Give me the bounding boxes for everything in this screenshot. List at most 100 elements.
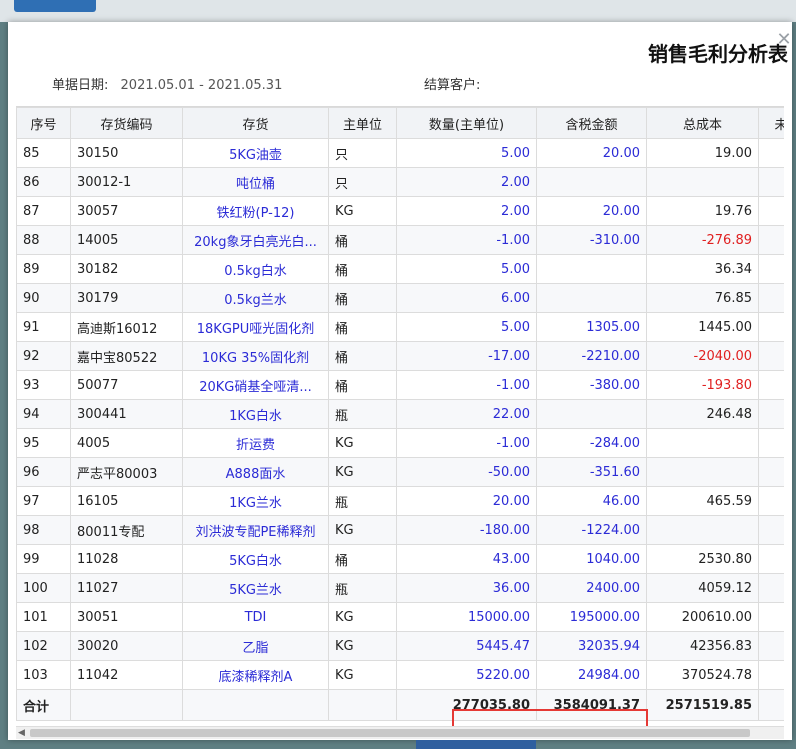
table-row[interactable]: 92 嘉中宝80522 10KG 35%固化剂桶 -17.00 -2210.00 -204… — [16, 341, 784, 371]
cell-cost: 246.48 — [646, 399, 759, 429]
table-row[interactable]: 96 严志平80003 A888面水 KG -50.00 -351.60 — [16, 457, 784, 487]
cell-unallocated — [758, 370, 784, 400]
table-row[interactable]: 85 30150 5KG油壶只 5.00 20.00 19.00 — [16, 138, 784, 168]
table-row[interactable]: 97 16105 1KG兰水瓶 20.00 46.00 465.59 — [16, 486, 784, 516]
cell-item[interactable]: 乙脂 — [182, 631, 329, 661]
report-grid[interactable]: 序号 存货编码 存货 主单位 数量(主单位) 含税金额 总成本 未分 85301… — [16, 106, 784, 727]
cell-code: 30057 — [70, 196, 183, 226]
cell-cost — [646, 167, 759, 197]
cell-cost: -193.80 — [646, 370, 759, 400]
cell-amount: -351.60 — [536, 457, 647, 487]
cell-item[interactable]: 1KG兰水 — [182, 486, 329, 516]
column-header-item[interactable]: 存货 — [182, 107, 329, 139]
customer-filter: 结算客户: — [424, 74, 488, 93]
column-header-code[interactable]: 存货编码 — [70, 107, 183, 139]
table-row[interactable]: 100 11027 5KG兰水瓶 36.00 2400.00 4059.12 — [16, 573, 784, 603]
horizontal-scrollbar[interactable]: ◀ — [16, 726, 784, 739]
table-row[interactable]: 88 14005 20kg象牙白亮光白... 桶 -1.00 -310.00 -276.89 — [16, 225, 784, 255]
cell-unit: 瓶 — [328, 399, 397, 429]
cell-unit: KG — [328, 457, 397, 487]
cell-code: 30182 — [70, 254, 183, 284]
cell-code: 4005 — [70, 428, 183, 458]
cell-item[interactable]: 20KG硝基全哑清... — [182, 370, 329, 400]
column-header-cost[interactable]: 总成本 — [646, 107, 759, 139]
cell-item[interactable]: 10KG 35%固化剂 — [182, 341, 329, 371]
cell-unit: 桶 — [328, 254, 397, 284]
cell-qty: 43.00 — [396, 544, 537, 574]
cell-item[interactable]: 20kg象牙白亮光白... — [182, 225, 329, 255]
column-header-unallocated[interactable]: 未分 — [758, 107, 784, 139]
scrollbar-thumb[interactable] — [30, 729, 750, 737]
cell-code: 严志平80003 — [70, 457, 183, 487]
cell-unit: 桶 — [328, 225, 397, 255]
cell-item[interactable]: 0.5kg白水 — [182, 254, 329, 284]
cell-amount: -380.00 — [536, 370, 647, 400]
cell-cost: 42356.83 — [646, 631, 759, 661]
scroll-left-icon[interactable]: ◀ — [18, 727, 25, 739]
cell-code: 30012-1 — [70, 167, 183, 197]
cell-item[interactable]: 18KGPU哑光固化剂 — [182, 312, 329, 342]
cell-unit: KG — [328, 602, 397, 632]
table-row[interactable]: 103 11042 底漆稀释剂A KG 5220.00 24984.00 370524.78 — [16, 660, 784, 690]
cell-item[interactable]: TDI — [182, 602, 329, 632]
cell-qty: -17.00 — [396, 341, 537, 371]
table-row[interactable]: 99 11028 5KG白水桶 43.00 1040.00 2530.80 — [16, 544, 784, 574]
report-dialog: ✕ 销售毛利分析表 单据日期: 2021.05.01 - 2021.05.31 … — [8, 22, 792, 740]
total-cost: 2571519.85 — [646, 689, 759, 721]
cell-item[interactable]: 铁红粉(P-12) — [182, 196, 329, 226]
cell-item[interactable]: 吨位桶 — [182, 167, 329, 197]
column-header-unit[interactable]: 主单位 — [328, 107, 397, 139]
cell-item[interactable]: 折运费 — [182, 428, 329, 458]
table-row[interactable]: 95 4005 折运费 KG -1.00 -284.00 — [16, 428, 784, 458]
cell-item[interactable]: 5KG白水 — [182, 544, 329, 574]
table-row[interactable]: 89 30182 0.5kg白水桶 5.00 36.34 — [16, 254, 784, 284]
cell-no: 85 — [16, 138, 71, 168]
cell-item[interactable]: 底漆稀释剂A — [182, 660, 329, 690]
cell-qty: -1.00 — [396, 370, 537, 400]
column-header-amount[interactable]: 含税金额 — [536, 107, 647, 139]
cell-unit: KG — [328, 660, 397, 690]
cell-item[interactable]: 5KG兰水 — [182, 573, 329, 603]
table-row[interactable]: 94 300441 1KG白水瓶 22.00 246.48 — [16, 399, 784, 429]
cell-amount: -284.00 — [536, 428, 647, 458]
cell-qty: 2.00 — [396, 167, 537, 197]
cell-unallocated — [758, 283, 784, 313]
table-row[interactable]: 98 80011专配 刘洪波专配PE稀释剂 KG -180.00 -1224.00 — [16, 515, 784, 545]
table-row[interactable]: 91 高迪斯16012 18KGPU哑光固化剂桶 5.00 1305.00 1445.00 — [16, 312, 784, 342]
cell-item[interactable]: A888面水 — [182, 457, 329, 487]
cell-unit: 瓶 — [328, 573, 397, 603]
cell-item[interactable]: 5KG油壶 — [182, 138, 329, 168]
background-window-strip — [0, 0, 796, 22]
column-header-no[interactable]: 序号 — [16, 107, 71, 139]
table-row[interactable]: 86 30012-1 吨位桶只 2.00 — [16, 167, 784, 197]
cell-cost: 200610.00 — [646, 602, 759, 632]
cell-no: 97 — [16, 486, 71, 516]
cell-no: 89 — [16, 254, 71, 284]
cell-code: 30179 — [70, 283, 183, 313]
table-row[interactable]: 87 30057 铁红粉(P-12) KG 2.00 20.00 19.76 — [16, 196, 784, 226]
table-row[interactable]: 93 50077 20KG硝基全哑清... 桶 -1.00 -380.00 -193.80 — [16, 370, 784, 400]
table-row[interactable]: 101 30051 TDI KG 15000.00 195000.00 200610.00 — [16, 602, 784, 632]
column-header-qty[interactable]: 数量(主单位) — [396, 107, 537, 139]
cell-qty: 15000.00 — [396, 602, 537, 632]
cell-unit: 桶 — [328, 341, 397, 371]
cell-amount — [536, 283, 647, 313]
cell-unit: KG — [328, 515, 397, 545]
cell-cost — [646, 428, 759, 458]
cell-qty: 5.00 — [396, 138, 537, 168]
cell-amount: 46.00 — [536, 486, 647, 516]
table-header-row: 序号 存货编码 存货 主单位 数量(主单位) 含税金额 总成本 未分 — [16, 107, 784, 139]
table-row[interactable]: 90 30179 0.5kg兰水桶 6.00 76.85 — [16, 283, 784, 313]
cell-code: 80011专配 — [70, 515, 183, 545]
cell-unallocated — [758, 457, 784, 487]
cell-code: 30051 — [70, 602, 183, 632]
cell-cost: 465.59 — [646, 486, 759, 516]
cell-item[interactable]: 1KG白水 — [182, 399, 329, 429]
cell-unallocated — [758, 341, 784, 371]
total-row: 合计 277035.80 3584091.37 2571519.85 — [16, 689, 784, 721]
date-filter: 单据日期: 2021.05.01 - 2021.05.31 — [52, 74, 282, 93]
cell-item[interactable]: 刘洪波专配PE稀释剂 — [182, 515, 329, 545]
cell-item[interactable]: 0.5kg兰水 — [182, 283, 329, 313]
cell-unallocated — [758, 312, 784, 342]
table-row[interactable]: 102 30020 乙脂 KG 5445.47 32035.94 42356.83 — [16, 631, 784, 661]
